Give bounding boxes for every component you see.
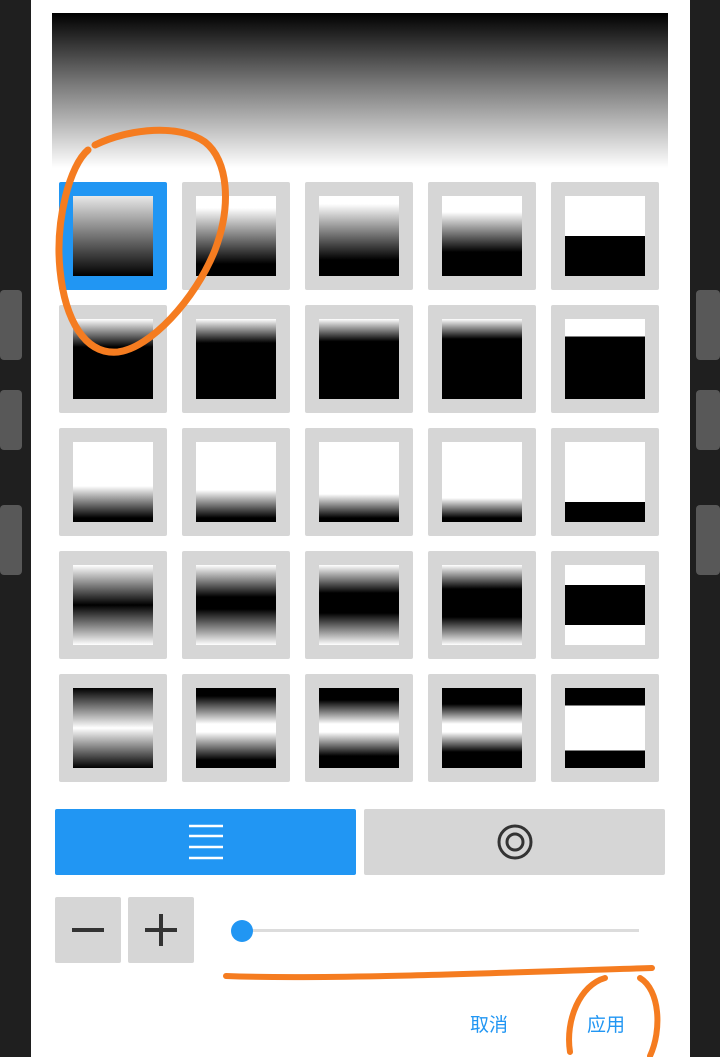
background-card-right-2 xyxy=(696,390,720,450)
preset-swatch xyxy=(196,688,276,768)
preset-bottom-bar[interactable] xyxy=(551,428,659,536)
preset-swatch xyxy=(442,688,522,768)
preset-swatch xyxy=(73,196,153,276)
preset-double-band-1[interactable] xyxy=(59,674,167,782)
preset-bottom-fade-1[interactable] xyxy=(59,428,167,536)
preset-swatch xyxy=(196,319,276,399)
preset-swatch xyxy=(196,442,276,522)
preset-short-fade-1[interactable] xyxy=(59,305,167,413)
linear-mode-button[interactable] xyxy=(55,809,356,875)
apply-button[interactable]: 应用 xyxy=(587,1010,625,1037)
preset-swatch xyxy=(319,319,399,399)
preset-double-band-4[interactable] xyxy=(428,674,536,782)
preset-hard-split-lower[interactable] xyxy=(551,182,659,290)
radial-mode-button[interactable] xyxy=(364,809,665,875)
preset-linear-top-fade-1[interactable] xyxy=(182,182,290,290)
preset-center-band-1[interactable] xyxy=(59,551,167,659)
preset-swatch xyxy=(73,442,153,522)
preset-swatch xyxy=(565,319,645,399)
preset-short-fade-4[interactable] xyxy=(428,305,536,413)
preset-double-band-2[interactable] xyxy=(182,674,290,782)
preset-center-band-2[interactable] xyxy=(182,551,290,659)
preset-short-fade-2[interactable] xyxy=(182,305,290,413)
preset-center-band-4[interactable] xyxy=(428,551,536,659)
preset-swatch xyxy=(319,196,399,276)
preset-swatch xyxy=(442,319,522,399)
minus-icon xyxy=(72,928,104,932)
gradient-preview xyxy=(52,13,668,168)
background-card-left-3 xyxy=(0,505,22,575)
preset-center-bar[interactable] xyxy=(551,551,659,659)
plus-icon xyxy=(145,914,177,946)
preset-swatch xyxy=(196,565,276,645)
preset-swatch xyxy=(73,565,153,645)
preset-hard-split-upper[interactable] xyxy=(551,305,659,413)
preset-swatch xyxy=(319,565,399,645)
preset-swatch xyxy=(442,196,522,276)
preset-swatch xyxy=(319,442,399,522)
preset-linear-top-fade-3[interactable] xyxy=(428,182,536,290)
background-card-right-1 xyxy=(696,290,720,360)
preset-bottom-fade-4[interactable] xyxy=(428,428,536,536)
background-card-left-2 xyxy=(0,390,22,450)
preset-swatch xyxy=(442,442,522,522)
preset-swatch xyxy=(73,319,153,399)
lines-icon xyxy=(188,824,223,860)
background-card-right-3 xyxy=(696,505,720,575)
preset-swatch xyxy=(442,565,522,645)
preset-swatch xyxy=(196,196,276,276)
preset-linear-top-fade-2[interactable] xyxy=(305,182,413,290)
preset-center-band-3[interactable] xyxy=(305,551,413,659)
preset-linear-soft[interactable] xyxy=(59,182,167,290)
preset-bottom-fade-2[interactable] xyxy=(182,428,290,536)
preset-double-band-3[interactable] xyxy=(305,674,413,782)
decrease-button[interactable] xyxy=(55,897,121,963)
preset-swatch xyxy=(565,442,645,522)
preset-swatch xyxy=(319,688,399,768)
preset-bottom-fade-3[interactable] xyxy=(305,428,413,536)
preset-short-fade-3[interactable] xyxy=(305,305,413,413)
concentric-circles-icon xyxy=(497,824,532,860)
preset-swatch xyxy=(73,688,153,768)
increase-button[interactable] xyxy=(128,897,194,963)
gradient-dialog: 取消 应用 xyxy=(31,0,690,1057)
gradient-slider-thumb[interactable] xyxy=(231,920,253,942)
cancel-button[interactable]: 取消 xyxy=(470,1010,508,1037)
gradient-slider-track[interactable] xyxy=(242,929,639,932)
preset-double-bar[interactable] xyxy=(551,674,659,782)
preset-swatch xyxy=(565,196,645,276)
preset-swatch xyxy=(565,688,645,768)
background-card-left-1 xyxy=(0,290,22,360)
preset-swatch xyxy=(565,565,645,645)
